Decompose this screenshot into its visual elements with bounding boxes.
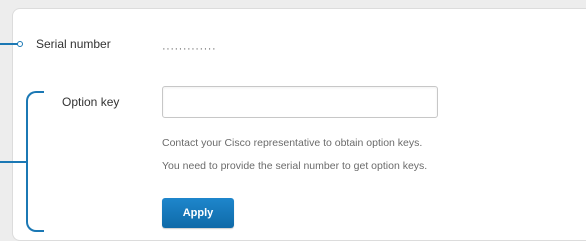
- help-text-line-1: Contact your Cisco representative to obt…: [162, 137, 423, 149]
- serial-number-label: Serial number: [36, 37, 111, 51]
- apply-button[interactable]: Apply: [162, 198, 234, 228]
- help-text-line-2: You need to provide the serial number to…: [162, 160, 428, 172]
- serial-callout-line: [0, 43, 18, 45]
- option-key-page: Serial number ············· Option key C…: [0, 0, 586, 241]
- option-key-label: Option key: [62, 95, 120, 109]
- option-key-callout-bracket: [26, 91, 44, 232]
- option-key-callout-line: [0, 161, 27, 163]
- option-key-input[interactable]: [162, 86, 438, 118]
- serial-number-value: ·············: [162, 43, 217, 55]
- serial-callout-dot: [17, 41, 23, 47]
